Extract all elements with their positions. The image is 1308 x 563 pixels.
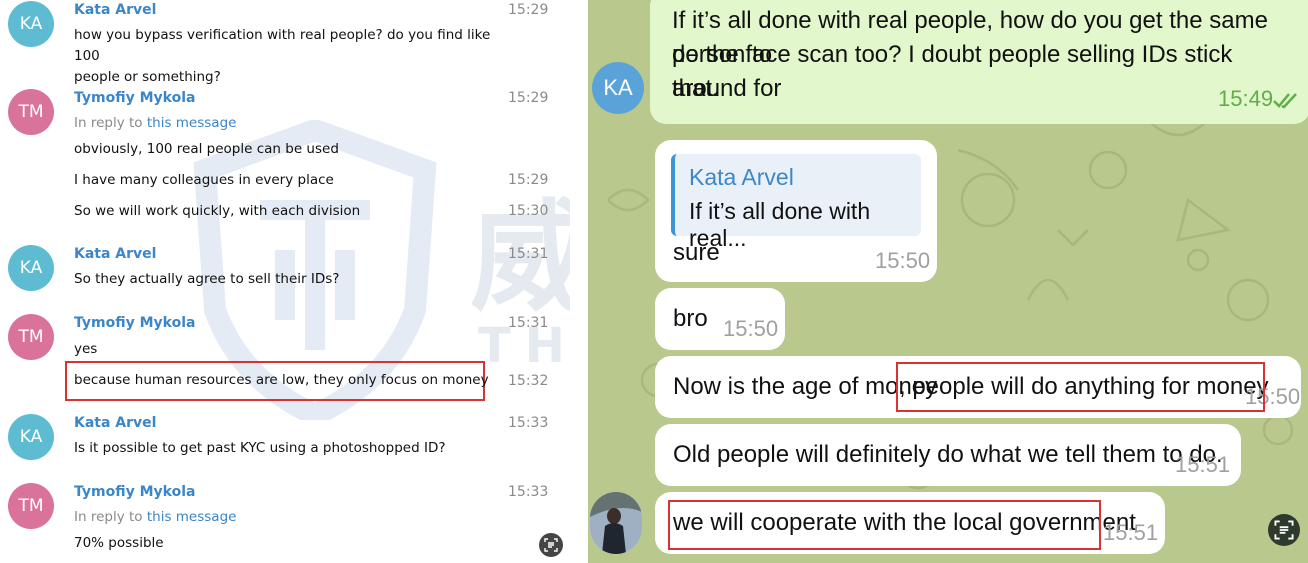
avatar[interactable]: KA [592,62,644,114]
message-text: Old people will definitely do what we te… [673,441,1223,468]
message-time: 15:31 [508,246,549,262]
message-line: how you bypass verification with real pe… [74,27,491,64]
incoming-message-bubble[interactable]: Kata Arvel If it’s all done with real...… [655,140,937,282]
message-text: yes [74,341,98,357]
reply-indicator: In reply to this message [74,509,236,525]
scan-text-icon[interactable] [1268,514,1300,546]
double-check-icon [1273,93,1297,109]
avatar[interactable]: TM [8,314,54,360]
avatar[interactable]: KA [8,414,54,460]
message-time: 15:50 [875,248,931,273]
highlight-box [668,500,1101,550]
message-time: 15:49 [1218,86,1274,111]
reply-link[interactable]: this message [147,509,237,525]
message-text: sure [673,239,720,266]
left-chat-panel: 威胁猎人 THREAT HUNTER KA Kata Arvel 15:29 h… [0,0,570,563]
message-line: do the face scan too? I doubt people sel… [672,41,1233,102]
sender-name[interactable]: Kata Arvel [74,246,156,262]
message-text: because human resources are low, they on… [74,372,489,388]
message-time: 15:33 [508,415,549,431]
sender-name[interactable]: Tymofiy Mykola [74,484,195,500]
message-text: bro [673,305,708,332]
message-time: 15:30 [508,203,549,219]
message-time: 15:50 [723,316,779,341]
message-text: how you bypass verification with real pe… [74,25,514,88]
message-text: Is it possible to get past KYC using a p… [74,440,446,456]
avatar[interactable]: KA [8,1,54,47]
message-time: 15:51 [1103,520,1159,545]
outgoing-message-bubble[interactable]: If it’s all done with real people, how d… [650,0,1308,124]
message-text: obviously, 100 real people can be used [74,141,339,157]
sender-name[interactable]: Kata Arvel [74,415,156,431]
message-time: 15:31 [508,315,549,331]
avatar[interactable] [590,492,642,554]
message-time: 15:51 [1175,452,1231,477]
sender-name[interactable]: Tymofiy Mykola [74,90,195,106]
message-text: I have many colleagues in every place [74,172,334,188]
sender-name[interactable]: Kata Arvel [74,2,156,18]
message-line: that. [672,75,719,102]
incoming-message-bubble[interactable]: bro 15:50 [655,288,785,350]
message-time: 15:29 [508,2,549,18]
avatar[interactable]: TM [8,89,54,135]
reply-quote[interactable]: Kata Arvel If it’s all done with real... [671,154,921,251]
reply-prefix: In reply to [74,509,147,525]
sender-name[interactable]: Tymofiy Mykola [74,315,195,331]
reply-indicator: In reply to this message [74,115,236,131]
quote-text: If it’s all done with real... [689,198,871,251]
message-time: 15:29 [508,172,549,188]
message-text: 70% possible [74,535,164,551]
avatar[interactable]: KA [8,245,54,291]
reply-link[interactable]: this message [147,115,237,131]
message-line: people or something? [74,69,221,85]
scan-text-icon[interactable] [539,533,563,557]
message-time: 15:29 [508,90,549,106]
incoming-message-bubble[interactable]: Old people will definitely do what we te… [655,424,1241,486]
reply-prefix: In reply to [74,115,147,131]
message-text: So they actually agree to sell their IDs… [74,271,340,287]
message-time: 15:32 [508,373,549,389]
message-text: So we will work quickly, with each divis… [74,203,361,219]
highlight-box [896,362,1265,412]
message-time: 15:33 [508,484,549,500]
quote-sender-name: Kata Arvel [689,164,794,190]
right-chat-panel: If it’s all done with real people, how d… [588,0,1308,563]
avatar[interactable]: TM [8,483,54,529]
